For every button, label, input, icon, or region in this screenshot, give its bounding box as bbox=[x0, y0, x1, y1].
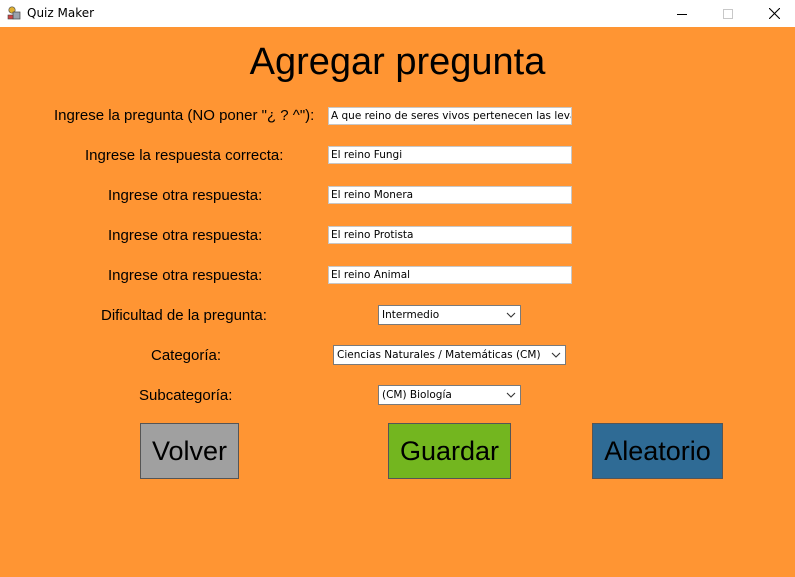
quiz-maker-app-icon bbox=[7, 6, 21, 20]
other-answer-1-input[interactable]: El reino Monera bbox=[328, 186, 572, 204]
category-select[interactable]: Ciencias Naturales / Matemáticas (CM) bbox=[333, 345, 566, 365]
category-selected-value: Ciencias Naturales / Matemáticas (CM) bbox=[337, 349, 541, 361]
subcategory-label: Subcategoría: bbox=[139, 387, 233, 404]
other-answer-1-label: Ingrese otra respuesta: bbox=[108, 187, 263, 204]
close-button[interactable] bbox=[751, 0, 795, 27]
difficulty-label: Dificultad de la pregunta: bbox=[101, 307, 267, 324]
other-answer-3-label: Ingrese otra respuesta: bbox=[108, 267, 263, 284]
guardar-button[interactable]: Guardar bbox=[388, 423, 511, 479]
chevron-down-icon bbox=[506, 312, 516, 318]
other-answer-3-input[interactable]: El reino Animal bbox=[328, 266, 572, 284]
question-label: Ingrese la pregunta (NO poner "¿ ? ^"): bbox=[54, 107, 315, 124]
chevron-down-icon bbox=[506, 392, 516, 398]
window-title: Quiz Maker bbox=[27, 6, 95, 20]
volver-button[interactable]: Volver bbox=[140, 423, 239, 479]
minimize-icon bbox=[677, 13, 687, 15]
minimize-button[interactable] bbox=[659, 0, 705, 27]
subcategory-select[interactable]: (CM) Biología bbox=[378, 385, 521, 405]
question-input[interactable]: A que reino de seres vivos pertenecen la… bbox=[328, 107, 572, 125]
correct-answer-input[interactable]: El reino Fungi bbox=[328, 146, 572, 164]
other-answer-2-label: Ingrese otra respuesta: bbox=[108, 227, 263, 244]
maximize-icon bbox=[723, 8, 733, 19]
title-bar: Quiz Maker bbox=[0, 0, 795, 27]
difficulty-selected-value: Intermedio bbox=[382, 309, 440, 321]
close-icon bbox=[768, 8, 780, 19]
other-answer-2-input[interactable]: El reino Protista bbox=[328, 226, 572, 244]
subcategory-selected-value: (CM) Biología bbox=[382, 389, 452, 401]
category-label: Categoría: bbox=[151, 347, 222, 364]
aleatorio-button[interactable]: Aleatorio bbox=[592, 423, 723, 479]
form-panel: Agregar pregunta Ingrese la pregunta (NO… bbox=[0, 27, 795, 577]
correct-answer-label: Ingrese la respuesta correcta: bbox=[85, 147, 284, 164]
page-title: Agregar pregunta bbox=[249, 41, 546, 83]
difficulty-select[interactable]: Intermedio bbox=[378, 305, 521, 325]
chevron-down-icon bbox=[551, 352, 561, 358]
maximize-button[interactable] bbox=[705, 0, 751, 27]
